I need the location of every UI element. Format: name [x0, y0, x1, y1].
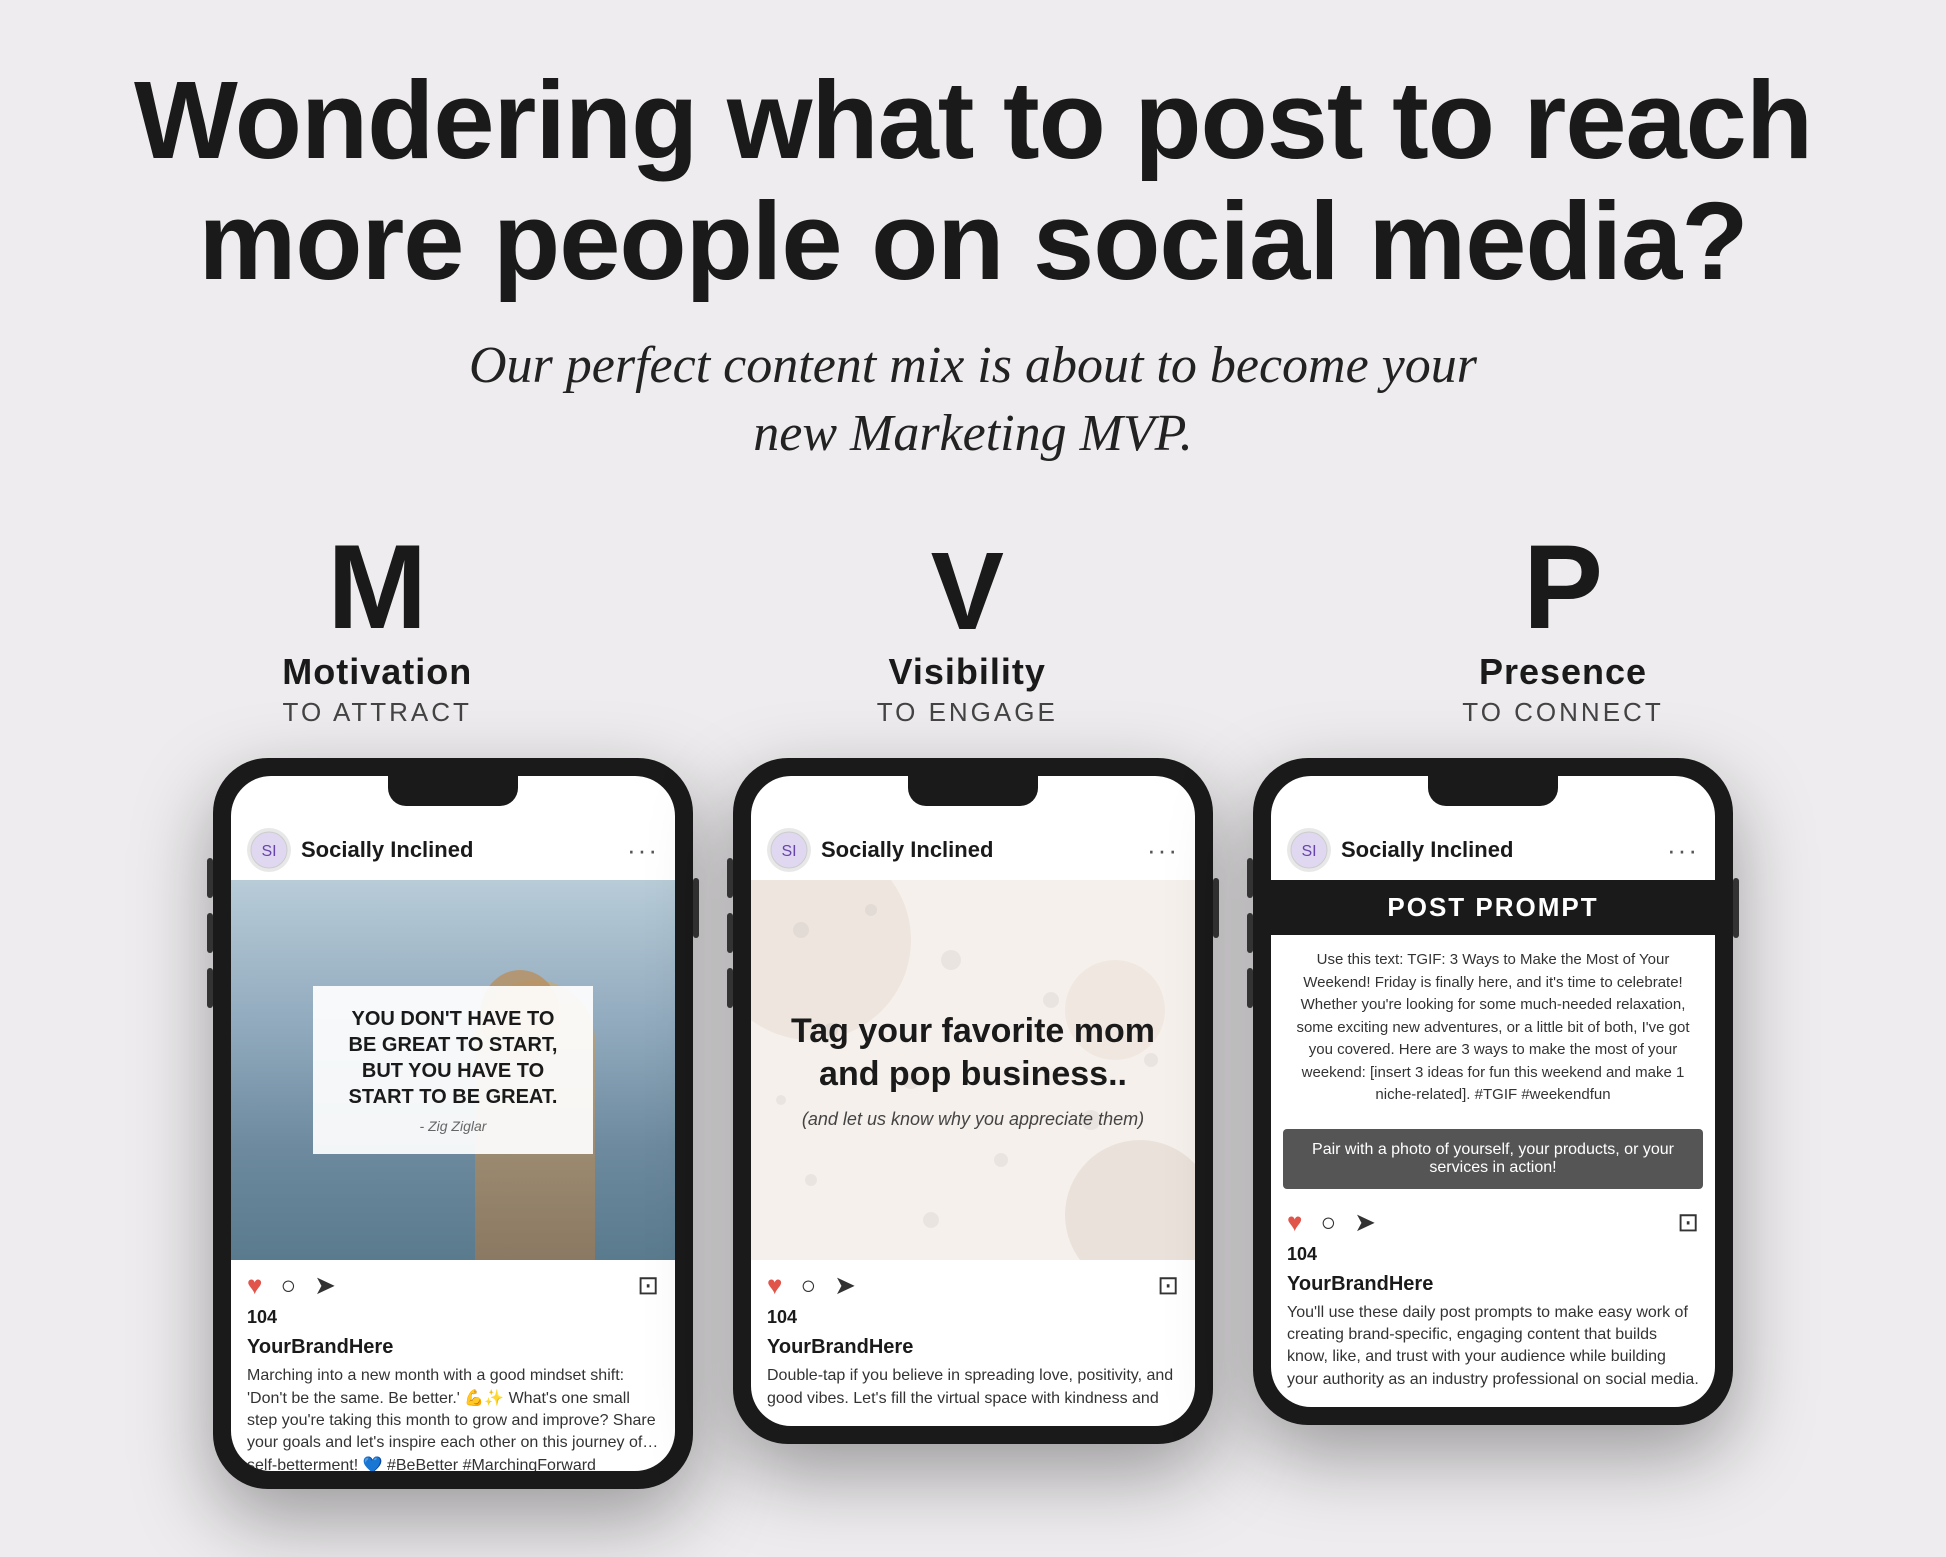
- phone-1-notch: [388, 776, 518, 806]
- phone-2-silent: [727, 968, 733, 1008]
- phone-3-more-icon[interactable]: ···: [1667, 835, 1699, 866]
- phone-3-avatar: SI: [1287, 828, 1331, 872]
- phone-1-likes: 104: [231, 1307, 675, 1334]
- phone-3-bookmark-icon[interactable]: ⊡: [1677, 1207, 1699, 1238]
- mvp-p-letter: P: [1523, 527, 1603, 647]
- phone-1-share-icon[interactable]: ➤: [314, 1270, 336, 1301]
- phone-1-username: Socially Inclined: [301, 837, 617, 863]
- phone-1-quote-author: - Zig Ziglar: [337, 1118, 569, 1134]
- phone-2-bookmark-icon[interactable]: ⊡: [1157, 1270, 1179, 1301]
- phone-1-ig-header: SI Socially Inclined ···: [231, 816, 675, 880]
- phone-2-ig-header: SI Socially Inclined ···: [751, 816, 1195, 880]
- phone-1-quote-box: YOU DON'T HAVE TO BE GREAT TO START, BUT…: [313, 986, 593, 1154]
- phone-3-brand: YourBrandHere: [1271, 1271, 1715, 1298]
- phone-2-sub-text: (and let us know why you appreciate them…: [771, 1109, 1175, 1130]
- mvp-p-sub: TO CONNECT: [1462, 697, 1663, 728]
- subheadline: Our perfect content mix is about to beco…: [423, 332, 1523, 467]
- phone-1-vol-down: [207, 913, 213, 953]
- phone-2-vol-up: [727, 858, 733, 898]
- main-headline: Wondering what to post to reach more peo…: [123, 60, 1823, 302]
- phone-3-actions: ♥ ○ ➤ ⊡: [1271, 1197, 1715, 1244]
- phone-1-comment-icon[interactable]: ○: [280, 1270, 296, 1301]
- phone-2-comment-icon[interactable]: ○: [800, 1270, 816, 1301]
- phone-3-share-icon[interactable]: ➤: [1354, 1207, 1376, 1238]
- phone-2-post-image: Tag your favorite mom and pop business..…: [751, 880, 1195, 1260]
- phone-3-cta-box: Pair with a photo of yourself, your prod…: [1283, 1129, 1703, 1189]
- phone-1: SI Socially Inclined ··· YOU DON'T HAVE: [213, 758, 693, 1489]
- svg-text:SI: SI: [781, 843, 796, 860]
- phone-1-quote-text: YOU DON'T HAVE TO BE GREAT TO START, BUT…: [337, 1006, 569, 1110]
- phone-2-actions: ♥ ○ ➤ ⊡: [751, 1260, 1195, 1307]
- phone-1-screen: SI Socially Inclined ··· YOU DON'T HAVE: [231, 776, 675, 1471]
- mvp-presence: P Presence TO CONNECT: [1462, 527, 1663, 728]
- phone-1-silent: [207, 968, 213, 1008]
- phone-2-main-text: Tag your favorite mom and pop business..: [771, 1010, 1175, 1095]
- phone-2-content: Tag your favorite mom and pop business..…: [751, 990, 1195, 1150]
- phone-3-ig-header: SI Socially Inclined ···: [1271, 816, 1715, 880]
- phone-2-avatar: SI: [767, 828, 811, 872]
- page-wrapper: Wondering what to post to reach more peo…: [0, 0, 1946, 1557]
- phone-3-vol-up: [1247, 858, 1253, 898]
- phone-2: SI Socially Inclined ···: [733, 758, 1213, 1444]
- phone-2-likes: 104: [751, 1307, 1195, 1334]
- phone-2-power-button: [1213, 878, 1219, 938]
- mvp-visibility: V Visibility TO ENGAGE: [877, 537, 1058, 728]
- phone-3-screen: SI Socially Inclined ··· POST PROMPT Use…: [1271, 776, 1715, 1407]
- phone-2-username: Socially Inclined: [821, 837, 1137, 863]
- phone-1-brand: YourBrandHere: [231, 1334, 675, 1361]
- phone-3-post-image: POST PROMPT Use this text: TGIF: 3 Ways …: [1271, 880, 1715, 1189]
- mvp-motivation: M Motivation TO ATTRACT: [282, 527, 472, 728]
- phone-2-caption: Double-tap if you believe in spreading l…: [751, 1361, 1195, 1426]
- phone-1-vol-up: [207, 858, 213, 898]
- phone-3-silent: [1247, 968, 1253, 1008]
- phone-2-vol-down: [727, 913, 733, 953]
- mvp-p-name: Presence: [1479, 651, 1647, 693]
- phone-3-power-button: [1733, 878, 1739, 938]
- phone-3-caption: You'll use these daily post prompts to m…: [1271, 1298, 1715, 1408]
- phone-1-more-icon[interactable]: ···: [627, 835, 659, 866]
- phone-3-heart-icon[interactable]: ♥: [1287, 1207, 1302, 1238]
- phone-3-prompt-header: POST PROMPT: [1271, 880, 1715, 935]
- mvp-m-name: Motivation: [282, 651, 472, 693]
- phone-2-notch: [908, 776, 1038, 806]
- phones-row: SI Socially Inclined ··· YOU DON'T HAVE: [80, 758, 1866, 1489]
- phone-1-caption: Marching into a new month with a good mi…: [231, 1361, 675, 1471]
- mvp-v-letter: V: [931, 537, 1004, 647]
- phone-2-brand: YourBrandHere: [751, 1334, 1195, 1361]
- phone-2-screen: SI Socially Inclined ···: [751, 776, 1195, 1426]
- phone-3-comment-icon[interactable]: ○: [1320, 1207, 1336, 1238]
- svg-text:SI: SI: [261, 843, 276, 860]
- mvp-v-sub: TO ENGAGE: [877, 697, 1058, 728]
- phone-3-prompt-body: Use this text: TGIF: 3 Ways to Make the …: [1271, 935, 1715, 1121]
- mvp-row: M Motivation TO ATTRACT V Visibility TO …: [80, 527, 1866, 728]
- phone-1-bookmark-icon[interactable]: ⊡: [637, 1270, 659, 1301]
- mvp-v-name: Visibility: [889, 651, 1046, 693]
- phone-2-share-icon[interactable]: ➤: [834, 1270, 856, 1301]
- phone-1-actions: ♥ ○ ➤ ⊡: [231, 1260, 675, 1307]
- phone-3-likes: 104: [1271, 1244, 1715, 1271]
- phone-2-heart-icon[interactable]: ♥: [767, 1270, 782, 1301]
- phone-1-heart-icon[interactable]: ♥: [247, 1270, 262, 1301]
- mvp-m-sub: TO ATTRACT: [283, 697, 472, 728]
- phone-1-power-button: [693, 878, 699, 938]
- phone-3-username: Socially Inclined: [1341, 837, 1657, 863]
- phone-3-notch: [1428, 776, 1558, 806]
- svg-text:SI: SI: [1301, 843, 1316, 860]
- phone-2-more-icon[interactable]: ···: [1147, 835, 1179, 866]
- mvp-m-letter: M: [327, 527, 427, 647]
- phone-1-avatar: SI: [247, 828, 291, 872]
- phone-3: SI Socially Inclined ··· POST PROMPT Use…: [1253, 758, 1733, 1425]
- phone-3-vol-down: [1247, 913, 1253, 953]
- phone-1-post-image: YOU DON'T HAVE TO BE GREAT TO START, BUT…: [231, 880, 675, 1260]
